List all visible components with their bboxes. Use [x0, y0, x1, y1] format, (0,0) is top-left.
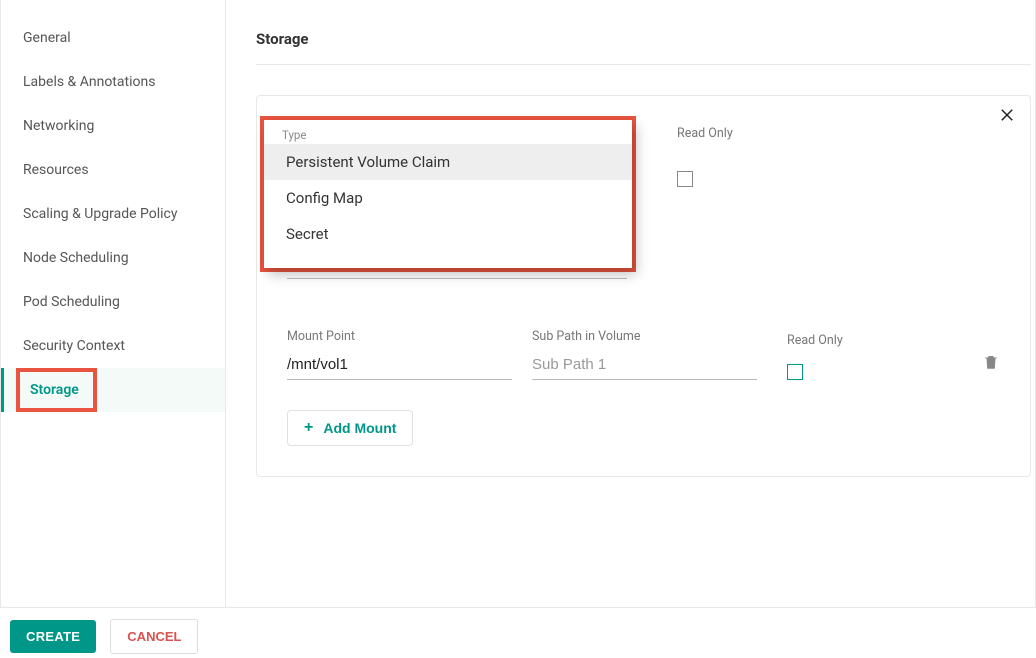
close-icon[interactable]	[998, 106, 1016, 127]
read-only-row-label: Read Only	[787, 333, 843, 348]
sidebar: General Labels & Annotations Networking …	[1, 0, 226, 607]
sidebar-item-scaling-upgrade[interactable]: Scaling & Upgrade Policy	[1, 192, 225, 236]
trash-icon[interactable]	[982, 352, 1000, 376]
main-content: Storage Read Only Persistent Volume Clai…	[226, 0, 1035, 607]
footer: CREATE CANCEL	[0, 614, 1036, 658]
sidebar-item-labels-annotations[interactable]: Labels & Annotations	[1, 60, 225, 104]
mount-point-input[interactable]	[287, 352, 512, 380]
sidebar-item-networking[interactable]: Networking	[1, 104, 225, 148]
sidebar-item-pod-scheduling[interactable]: Pod Scheduling	[1, 280, 225, 324]
type-option-pvc[interactable]: Persistent Volume Claim	[264, 144, 632, 180]
read-only-row-checkbox[interactable]	[787, 364, 803, 380]
page-title: Storage	[256, 30, 1031, 65]
sidebar-item-security-context[interactable]: Security Context	[1, 324, 225, 368]
mount-point-label: Mount Point	[287, 329, 512, 344]
read-only-top-label: Read Only	[677, 126, 733, 141]
sub-path-input[interactable]	[532, 352, 757, 380]
highlight-box: Storage	[16, 368, 97, 412]
add-mount-label: Add Mount	[323, 420, 396, 436]
type-option-configmap[interactable]: Config Map	[264, 180, 632, 216]
sub-path-label: Sub Path in Volume	[532, 329, 757, 344]
add-mount-button[interactable]: + Add Mount	[287, 410, 413, 446]
sidebar-item-node-scheduling[interactable]: Node Scheduling	[1, 236, 225, 280]
plus-icon: +	[304, 419, 313, 437]
type-dropdown-wrap: Type Persistent Volume Claim Config Map …	[260, 116, 636, 272]
cancel-button[interactable]: CANCEL	[110, 619, 198, 654]
type-dropdown: Type Persistent Volume Claim Config Map …	[264, 120, 632, 268]
sidebar-item-storage[interactable]: Storage	[20, 372, 93, 408]
read-only-top-checkbox[interactable]	[677, 171, 693, 187]
create-button[interactable]: CREATE	[10, 620, 96, 653]
highlight-box: Type Persistent Volume Claim Config Map …	[260, 116, 636, 272]
sidebar-item-general[interactable]: General	[1, 16, 225, 60]
type-option-secret[interactable]: Secret	[264, 216, 632, 252]
type-dropdown-label: Type	[264, 126, 632, 144]
sidebar-item-resources[interactable]: Resources	[1, 148, 225, 192]
